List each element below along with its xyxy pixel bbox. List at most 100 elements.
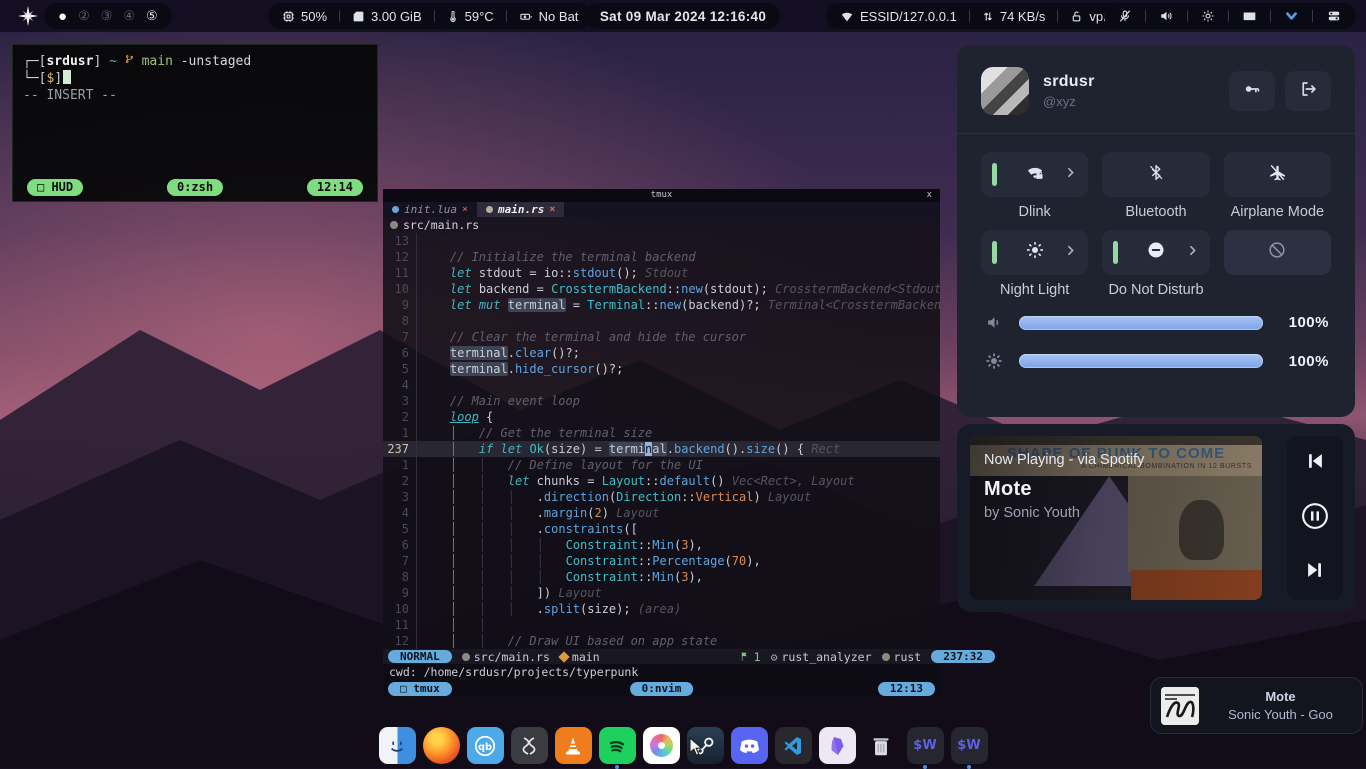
- toggle-dlink[interactable]: [981, 152, 1088, 197]
- distro-logo-icon[interactable]: [17, 5, 39, 30]
- editor-window[interactable]: tmux x init.lua×main.rs× src/main.rs 131…: [383, 189, 940, 697]
- workspace-5[interactable]: ⑤: [146, 8, 158, 24]
- chevron-right-icon[interactable]: [1064, 244, 1077, 262]
- brightness-slider[interactable]: [1019, 354, 1263, 368]
- code-line[interactable]: 11 let stdout = io::stdout(); Stdout: [383, 265, 940, 281]
- code-line[interactable]: 10 │ │ │ .split(size); (area): [383, 601, 940, 617]
- dock-item-vlc[interactable]: [555, 727, 592, 764]
- sun-icon: [1025, 240, 1045, 265]
- workspace-2[interactable]: ②: [78, 8, 90, 24]
- cpu-stat[interactable]: 50%: [282, 9, 327, 24]
- code-line[interactable]: 5 │ │ │ .constraints([: [383, 521, 940, 537]
- tmux-window-pill[interactable]: 0:nvim: [630, 682, 694, 696]
- terminal-window[interactable]: ┌─[srdusr] ~ main -unstaged └─[$] -- INS…: [12, 44, 378, 202]
- nvim-cmdline: cwd: /home/srdusr/projects/typerpunk: [383, 664, 940, 680]
- code-line[interactable]: 1 │ // Get the terminal size: [383, 425, 940, 441]
- netspeed-stat[interactable]: 74 KB/s: [982, 9, 1046, 24]
- code-line[interactable]: 10 let backend = CrosstermBackend::new(s…: [383, 281, 940, 297]
- dock-item-firefox[interactable]: [423, 727, 460, 764]
- code-line[interactable]: 7 │ │ │ │ Constraint::Percentage(70),: [383, 553, 940, 569]
- notification-popup[interactable]: Mote Sonic Youth - Goo: [1150, 677, 1363, 734]
- layout-toggles-icon[interactable]: [1326, 9, 1342, 23]
- previous-track-button[interactable]: [1304, 450, 1326, 477]
- dock-item-discord[interactable]: [731, 727, 768, 764]
- avatar[interactable]: [981, 67, 1029, 115]
- window-titlebar[interactable]: tmux x: [383, 189, 940, 202]
- code-line[interactable]: 9 │ │ │ ]) Layout: [383, 585, 940, 601]
- essid-value: ESSID/127.0.0.1: [860, 9, 957, 24]
- workspace-4[interactable]: ④: [123, 8, 135, 24]
- volume-slider[interactable]: [1019, 316, 1263, 330]
- toggle-extra[interactable]: [1224, 230, 1331, 275]
- code-line[interactable]: 2 │ │ let chunks = Layout::default() Vec…: [383, 473, 940, 489]
- memory-stat[interactable]: 3.00 GiB: [352, 9, 422, 24]
- code-line[interactable]: 7 // Clear the terminal and hide the cur…: [383, 329, 940, 345]
- code-area[interactable]: 1312 // Initialize the terminal backend1…: [383, 233, 940, 649]
- code-line[interactable]: 8: [383, 313, 940, 329]
- dock-item-media-app[interactable]: [511, 727, 548, 764]
- line-number: 9: [383, 297, 417, 313]
- dock-item-streetwriters-2[interactable]: $W: [951, 727, 988, 764]
- mail-icon[interactable]: [1242, 9, 1257, 23]
- logout-button[interactable]: [1285, 71, 1331, 111]
- dock-item-vscode[interactable]: [775, 727, 812, 764]
- workspace-3[interactable]: ③: [101, 8, 113, 24]
- code-line[interactable]: 1 │ │ // Define layout for the UI: [383, 457, 940, 473]
- code-line[interactable]: 237 │ if let Ok(size) = terminal.backend…: [383, 441, 940, 457]
- code-line[interactable]: 8 │ │ │ │ Constraint::Min(3),: [383, 569, 940, 585]
- dock-item-spotify[interactable]: [599, 727, 636, 764]
- code-line[interactable]: 13: [383, 233, 940, 249]
- code-line[interactable]: 3 // Main event loop: [383, 393, 940, 409]
- active-indicator: [1113, 241, 1118, 264]
- speaker-icon[interactable]: [1159, 9, 1174, 23]
- code-line[interactable]: 6 │ │ │ │ Constraint::Min(3),: [383, 537, 940, 553]
- dock-item-trash[interactable]: [863, 727, 900, 764]
- code-line[interactable]: 6 terminal.clear()?;: [383, 345, 940, 361]
- chevron-down-icon[interactable]: [1284, 9, 1299, 23]
- code-line[interactable]: 5 terminal.hide_cursor()?;: [383, 361, 940, 377]
- album-art[interactable]: SHAPE OF PUNK TO COME A CHIMERICAL BOMBI…: [970, 436, 1262, 600]
- lock-keys-button[interactable]: [1229, 71, 1275, 111]
- code-line[interactable]: 11 │ │: [383, 617, 940, 633]
- code-line[interactable]: 4: [383, 377, 940, 393]
- tmux-clock-pill: 12:14: [307, 179, 363, 196]
- code-line[interactable]: 2 loop {: [383, 409, 940, 425]
- dock-item-streetwriters-1[interactable]: $W: [907, 727, 944, 764]
- wifi-stat[interactable]: ESSID/127.0.0.1: [840, 9, 957, 24]
- pause-button[interactable]: [1300, 501, 1330, 536]
- clock[interactable]: Sat 09 Mar 2024 12:16:40: [586, 3, 780, 29]
- next-track-button[interactable]: [1304, 559, 1326, 586]
- network-stats: ESSID/127.0.0.1 74 KB/s vpn: [826, 3, 1124, 29]
- volume-slider-row: 100%: [983, 314, 1329, 331]
- tab-main.rs[interactable]: main.rs×: [477, 202, 564, 217]
- chevron-right-icon[interactable]: [1186, 244, 1199, 262]
- tab-init.lua[interactable]: init.lua×: [383, 202, 477, 217]
- code-line[interactable]: 12 │ │ // Draw UI based on app state: [383, 633, 940, 649]
- toggle-bluetooth[interactable]: [1102, 152, 1209, 197]
- microphone-muted-icon[interactable]: [1118, 9, 1132, 23]
- temperature-stat[interactable]: 59°C: [447, 9, 494, 24]
- bluetooth-off-icon: [1147, 163, 1165, 187]
- window-close-button[interactable]: x: [927, 189, 932, 202]
- chevron-right-icon[interactable]: [1064, 166, 1077, 184]
- tmux-session-pill[interactable]: □ HUD: [27, 179, 83, 196]
- code-line[interactable]: 9 let mut terminal = Terminal::new(backe…: [383, 297, 940, 313]
- code-line[interactable]: 4 │ │ │ .margin(2) Layout: [383, 505, 940, 521]
- toggle-night-light[interactable]: [981, 230, 1088, 275]
- dock-item-obsidian[interactable]: [819, 727, 856, 764]
- toggle-do-not-disturb[interactable]: [1102, 230, 1209, 275]
- code-line[interactable]: 12 // Initialize the terminal backend: [383, 249, 940, 265]
- dock-item-file-manager[interactable]: [379, 727, 416, 764]
- tab-close-icon[interactable]: ×: [462, 204, 468, 215]
- dock-item-photos[interactable]: [643, 727, 680, 764]
- gear-icon[interactable]: [1201, 9, 1215, 23]
- tmux-window-pill[interactable]: 0:zsh: [167, 179, 223, 196]
- tmux-session-pill[interactable]: □ tmux: [388, 682, 452, 696]
- dock-item-qbittorrent[interactable]: qb: [467, 727, 504, 764]
- workspace-1[interactable]: ●: [58, 8, 67, 25]
- tab-close-icon[interactable]: ×: [549, 204, 555, 215]
- toggle-airplane-mode[interactable]: [1224, 152, 1331, 197]
- battery-stat[interactable]: No Bat: [519, 9, 579, 24]
- notification-body: Sonic Youth - Goo: [1199, 707, 1362, 722]
- code-line[interactable]: 3 │ │ │ .direction(Direction::Vertical) …: [383, 489, 940, 505]
